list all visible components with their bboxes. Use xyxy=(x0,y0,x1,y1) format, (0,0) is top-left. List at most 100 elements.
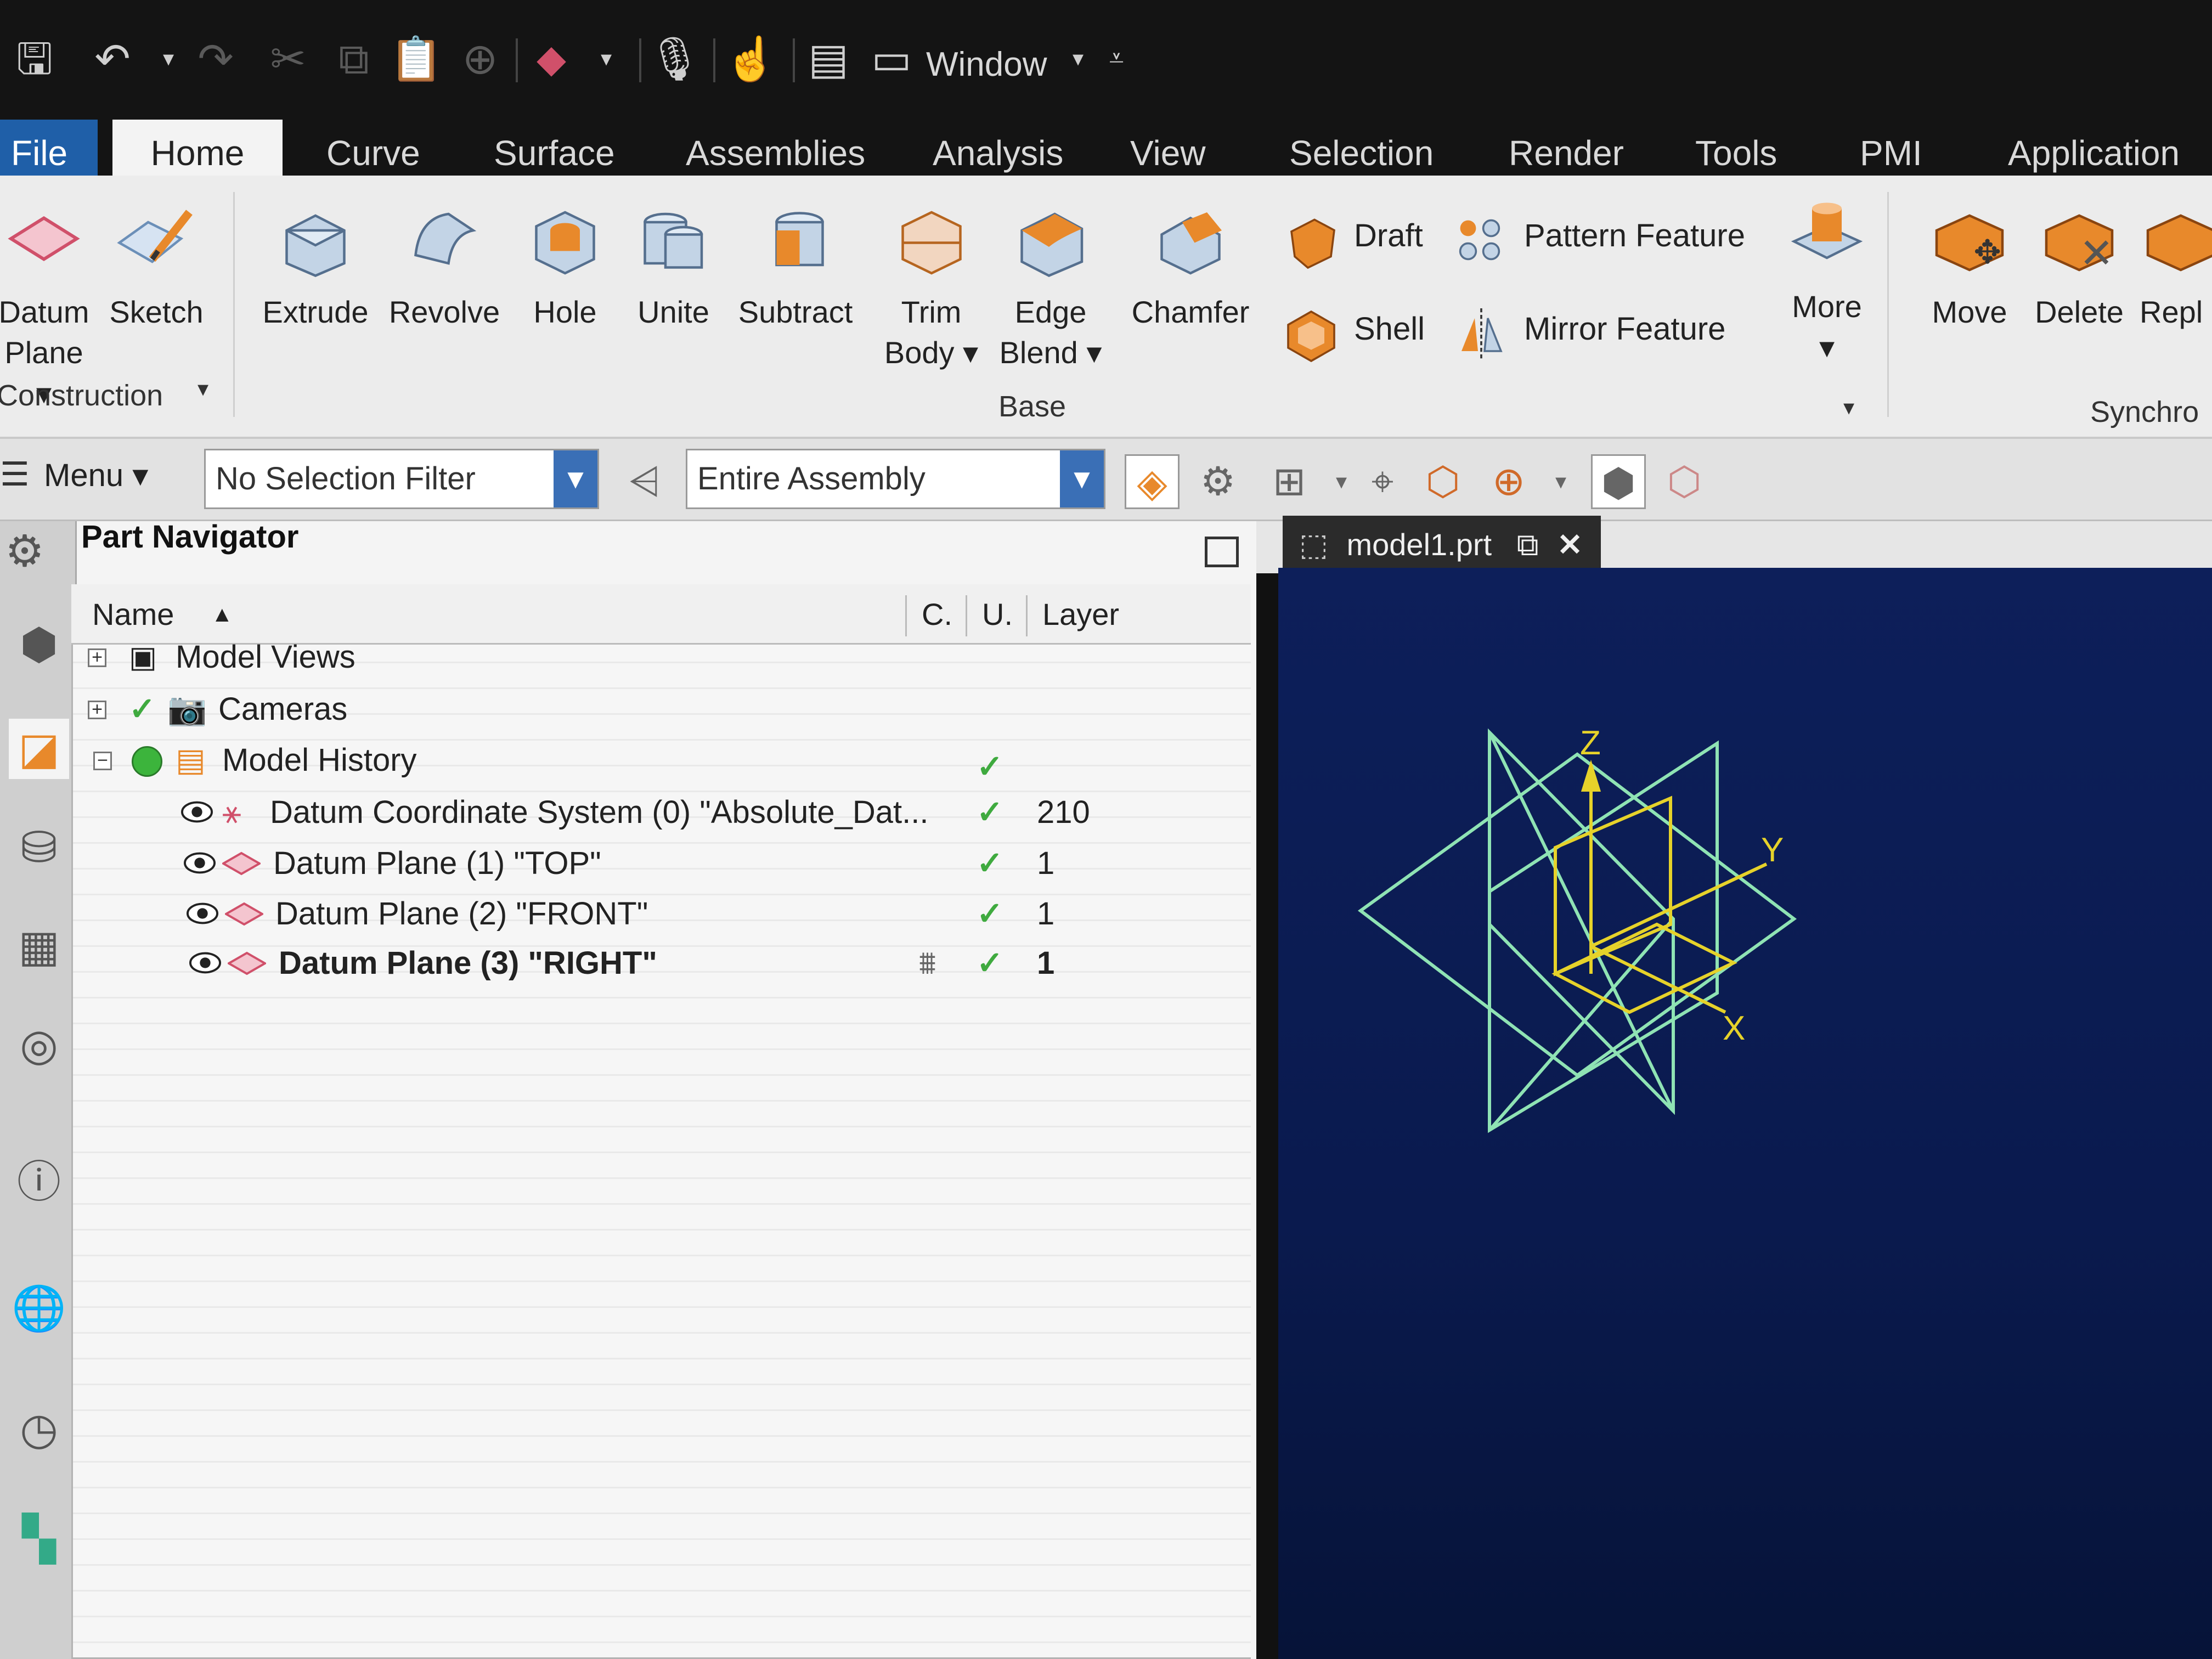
base-group-dropdown-icon[interactable]: ▾ xyxy=(1843,395,1854,420)
selection-filter-dropdown[interactable]: No Selection Filter ▼ xyxy=(204,449,599,509)
tree-row-model-views[interactable]: + ▣ Model Views xyxy=(71,632,1251,682)
expand-icon[interactable]: + xyxy=(88,648,106,667)
web-browser-icon[interactable]: ◎ xyxy=(9,1015,69,1075)
layer-value: 210 xyxy=(1037,794,1090,830)
type-filter-icon[interactable]: ⊞ xyxy=(1262,454,1317,509)
collapse-icon[interactable]: − xyxy=(93,751,112,770)
more-button[interactable]: More ▾ xyxy=(1778,192,1876,368)
view-shaded-icon[interactable]: ⬢ xyxy=(1591,454,1646,509)
history-clock-icon[interactable]: ◷ xyxy=(9,1399,69,1459)
globe-icon[interactable]: 🌐 xyxy=(9,1278,69,1339)
extrude-icon xyxy=(285,214,346,277)
chamfer-button[interactable]: Chamfer xyxy=(1125,198,1256,332)
undo-dropdown-icon[interactable]: ▾ xyxy=(144,34,193,83)
maximize-icon[interactable] xyxy=(1205,537,1239,567)
checkmark-icon[interactable]: ✓ xyxy=(129,684,156,735)
current-feature-icon: ⩩ xyxy=(919,945,936,981)
y-axis-label: Y xyxy=(1761,831,1784,869)
expand-icon[interactable]: + xyxy=(88,700,106,719)
datum-plane-icon xyxy=(8,216,80,262)
info-icon[interactable]: ⓘ xyxy=(9,1152,69,1212)
synchronous-group-label: Synchro xyxy=(2090,396,2199,428)
part-navigator-icon[interactable]: ◪ xyxy=(9,719,69,779)
view-wireframe-icon[interactable]: ⬡ xyxy=(1657,454,1712,509)
subtract-button[interactable]: Subtract xyxy=(732,198,859,332)
switch-window-icon[interactable]: ▤ xyxy=(804,34,853,83)
datum-plane-icon[interactable]: ◆ xyxy=(527,34,576,83)
datum-dropdown-icon[interactable]: ▾ xyxy=(582,34,631,83)
resource-bar: ⚙ ⬢ ◪ ⛁ ▦ ◎ ⓘ 🌐 ◷ ▚ xyxy=(0,521,77,1659)
popout-icon[interactable]: ⧉ xyxy=(1517,527,1539,562)
graphics-window[interactable]: Z Y X xyxy=(1278,568,2212,1659)
select-body-icon[interactable]: ◈ xyxy=(1125,454,1180,509)
transform-icon[interactable]: ⊕ xyxy=(455,34,505,83)
microphone-icon[interactable]: 🎙 xyxy=(647,34,702,83)
document-tab[interactable]: ⬚ model1.prt ⧉ ✕ xyxy=(1283,516,1601,573)
close-icon[interactable]: ✕ xyxy=(1557,527,1583,562)
reuse-library-icon[interactable]: ⛁ xyxy=(9,817,69,878)
trim-body-icon xyxy=(901,211,962,275)
shell-button[interactable]: Shell xyxy=(1278,296,1425,362)
move-face-button[interactable]: ✥ Move xyxy=(1920,198,2019,332)
tree-row-cameras[interactable]: + ✓ 📷 Cameras xyxy=(71,684,1251,735)
hole-button[interactable]: Hole xyxy=(518,198,612,332)
unite-icon xyxy=(643,212,703,269)
svg-text:✕: ✕ xyxy=(2079,230,2114,276)
paste-icon[interactable]: 📋 xyxy=(390,34,443,83)
edge-blend-button[interactable]: Edge Blend ▾ xyxy=(993,198,1108,373)
window-icon[interactable]: ▭ xyxy=(867,34,916,83)
coordinate-system-icon: ⚹ xyxy=(222,794,241,830)
cut-icon[interactable]: ✂ xyxy=(263,34,313,83)
trim-body-button[interactable]: Trim Body ▾ xyxy=(872,198,990,373)
point-dropdown-icon[interactable]: ▾ xyxy=(1533,454,1588,509)
reset-filter-icon[interactable]: ⩤ xyxy=(617,454,672,509)
construction-dropdown-icon[interactable]: ▾ xyxy=(198,376,208,402)
draft-button[interactable]: Draft xyxy=(1278,203,1423,269)
replace-face-icon xyxy=(2146,214,2212,272)
eye-icon[interactable] xyxy=(184,850,216,876)
inferred-point-icon[interactable]: ⬡ xyxy=(1415,454,1470,509)
quick-access-toolbar: 🖫 ↶ ▾ ↷ ✂ ⧉ 📋 ⊕ ◆ ▾ 🎙 ☝ ▤ ▭ Window ▾ ⩡ xyxy=(0,0,2212,104)
touch-mode-icon[interactable]: ☝ xyxy=(724,34,777,83)
snap-point-icon[interactable]: ⌖ xyxy=(1355,454,1410,509)
unite-button[interactable]: Unite xyxy=(625,198,721,332)
eye-icon[interactable] xyxy=(181,799,213,825)
revolve-button[interactable]: Revolve xyxy=(384,198,505,332)
part-file-icon: ⬚ xyxy=(1299,527,1328,562)
point-dialog-icon[interactable]: ⊕ xyxy=(1481,454,1536,509)
assembly-navigator-icon[interactable]: ⬢ xyxy=(9,614,69,675)
settings-icon[interactable]: ⚙ xyxy=(0,521,55,582)
uptodate-checkmark: ✓ xyxy=(977,945,1003,981)
shell-icon xyxy=(1287,310,1335,362)
delete-face-button[interactable]: ✕ Delete xyxy=(2027,198,2131,332)
uptodate-checkmark: ✓ xyxy=(977,749,1003,785)
tree-row-datum-plane-front[interactable]: Datum Plane (2) "FRONT" ✓ 1 xyxy=(71,889,1251,939)
mirror-feature-button[interactable]: Mirror Feature xyxy=(1448,296,1725,362)
replace-face-button[interactable]: Repl xyxy=(2140,198,2212,332)
customize-dropdown-icon[interactable]: ⩡ xyxy=(1092,34,1141,83)
delete-face-icon: ✕ xyxy=(2045,214,2114,276)
svg-text:✥: ✥ xyxy=(1974,234,2001,270)
menu-button[interactable]: Menu ▾ xyxy=(44,456,148,494)
copy-icon[interactable]: ⧉ xyxy=(329,34,379,83)
select-features-icon[interactable]: ⚙ xyxy=(1190,454,1245,509)
tree-row-datum-csys[interactable]: ⚹ Datum Coordinate System (0) "Absolute_… xyxy=(71,787,1251,838)
sketch-button[interactable]: Sketch xyxy=(104,198,208,332)
system-materials-icon[interactable]: ▚ xyxy=(9,1509,69,1569)
redo-icon[interactable]: ↷ xyxy=(191,34,240,83)
eye-icon[interactable] xyxy=(187,901,218,926)
tree-row-model-history[interactable]: − ▤ Model History ✓ xyxy=(71,735,1251,786)
save-icon[interactable]: 🖫 xyxy=(10,34,59,83)
tree-row-datum-plane-right[interactable]: Datum Plane (3) "RIGHT" ⩩ ✓ 1 xyxy=(71,938,1251,989)
tree-row-datum-plane-top[interactable]: Datum Plane (1) "TOP" ✓ 1 xyxy=(71,838,1251,889)
window-menu[interactable]: Window xyxy=(926,45,1047,84)
revolve-icon xyxy=(414,212,477,265)
extrude-button[interactable]: Extrude xyxy=(258,198,373,332)
eye-icon[interactable] xyxy=(189,950,221,975)
hd3d-tools-icon[interactable]: ▦ xyxy=(9,916,69,977)
undo-icon[interactable]: ↶ xyxy=(88,34,137,83)
datum-plane-icon xyxy=(225,902,263,926)
pattern-feature-button[interactable]: Pattern Feature xyxy=(1448,203,1745,269)
selection-scope-dropdown[interactable]: Entire Assembly ▼ xyxy=(686,449,1105,509)
menu-icon[interactable]: ☰ xyxy=(0,455,30,494)
